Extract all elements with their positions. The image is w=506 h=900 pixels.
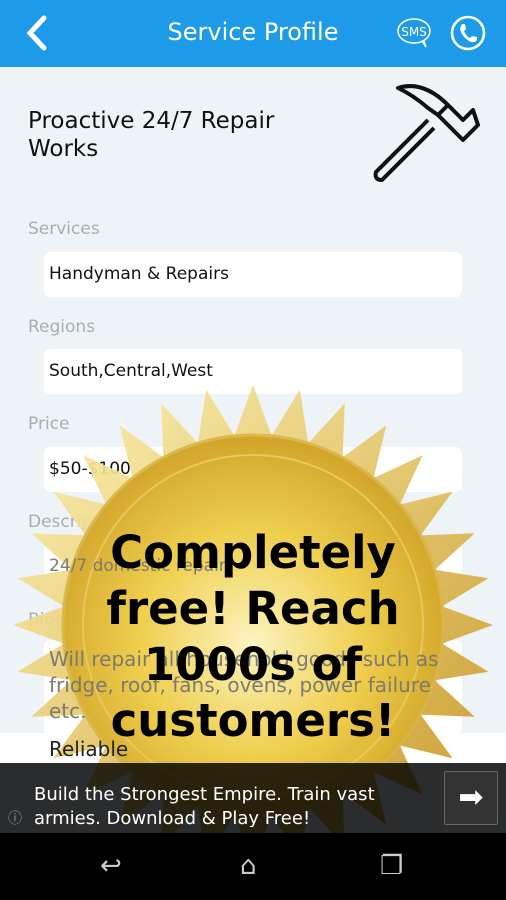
ad-text[interactable]: Build the Strongest Empire. Train vast a… bbox=[34, 783, 414, 827]
services-field[interactable]: Handyman & Repairs bbox=[44, 252, 462, 297]
ad-banner[interactable]: Build the Strongest Empire. Train vast a… bbox=[0, 763, 506, 833]
business-name: Proactive 24/7 Repair Works bbox=[28, 108, 275, 162]
nav-home-icon[interactable]: ⌂ bbox=[240, 851, 257, 881]
services-label: Services bbox=[28, 219, 100, 239]
sms-icon[interactable]: SMS bbox=[396, 16, 432, 50]
nav-back-icon[interactable]: ↩ bbox=[100, 851, 122, 881]
svg-text:SMS: SMS bbox=[401, 25, 427, 39]
info-icon[interactable]: ⓘ bbox=[3, 808, 27, 830]
nav-recents-icon[interactable]: ❐ bbox=[380, 851, 403, 881]
top-bar: Service Profile SMS bbox=[0, 0, 506, 67]
phone-icon[interactable] bbox=[450, 15, 486, 51]
arrow-right-icon[interactable]: ➡ bbox=[444, 771, 498, 825]
hammer-icon bbox=[373, 84, 480, 182]
promo-text: Completely free! Reach 1000s of customer… bbox=[106, 526, 400, 747]
regions-label: Regions bbox=[28, 317, 96, 337]
system-nav-bar: ↩ ⌂ ❐ bbox=[0, 833, 506, 900]
